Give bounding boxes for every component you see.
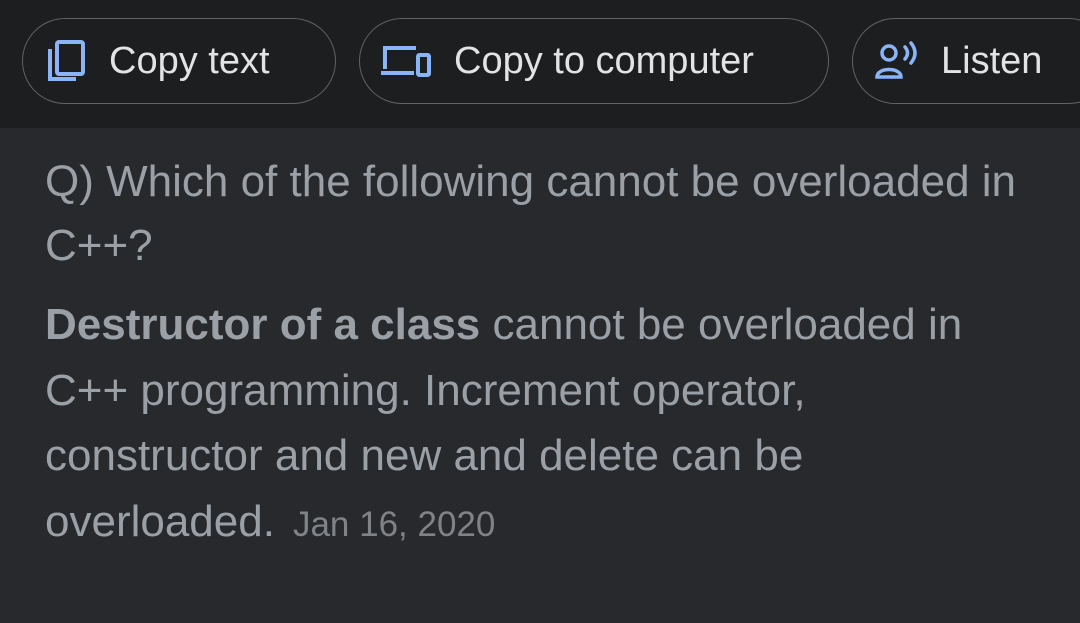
- copy-to-computer-button[interactable]: Copy to computer: [359, 18, 829, 104]
- answer-date: Jan 16, 2020: [292, 504, 496, 544]
- copy-icon: [47, 39, 87, 83]
- action-toolbar: Copy text Copy to computer Listen: [0, 0, 1080, 128]
- answer-text: Destructor of a class cannot be overload…: [45, 292, 1035, 557]
- question-text: Q) Which of the following cannot be over…: [45, 157, 1017, 270]
- answer-snippet: Q) Which of the following cannot be over…: [45, 150, 1035, 557]
- copy-text-button[interactable]: Copy text: [22, 18, 336, 104]
- devices-icon: [380, 43, 432, 79]
- answer-highlight: Destructor of a class: [45, 300, 481, 349]
- copy-text-label: Copy text: [109, 39, 270, 82]
- speaker-person-icon: [875, 41, 921, 81]
- listen-button[interactable]: Listen: [852, 18, 1080, 104]
- copy-to-computer-label: Copy to computer: [454, 39, 754, 82]
- listen-label: Listen: [941, 39, 1043, 82]
